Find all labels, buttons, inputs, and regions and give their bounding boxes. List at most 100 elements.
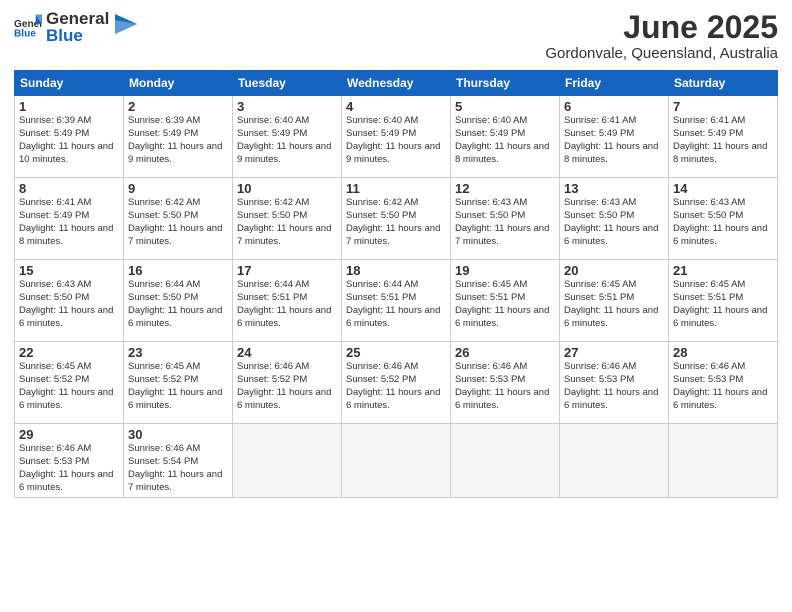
calendar-cell: 19Sunrise: 6:45 AMSunset: 5:51 PMDayligh… [451, 260, 560, 342]
calendar-cell: 3Sunrise: 6:40 AMSunset: 5:49 PMDaylight… [233, 96, 342, 178]
logo: General Blue General Blue [14, 10, 137, 44]
col-header-friday: Friday [560, 71, 669, 96]
day-number: 10 [237, 181, 337, 196]
day-number: 11 [346, 181, 446, 196]
calendar-cell: 5Sunrise: 6:40 AMSunset: 5:49 PMDaylight… [451, 96, 560, 178]
day-number: 14 [673, 181, 773, 196]
day-number: 21 [673, 263, 773, 278]
day-info: Sunrise: 6:45 AMSunset: 5:51 PMDaylight:… [673, 279, 773, 330]
calendar-cell: 14Sunrise: 6:43 AMSunset: 5:50 PMDayligh… [669, 178, 778, 260]
day-number: 22 [19, 345, 119, 360]
day-info: Sunrise: 6:45 AMSunset: 5:51 PMDaylight:… [564, 279, 664, 330]
day-info: Sunrise: 6:44 AMSunset: 5:50 PMDaylight:… [128, 279, 228, 330]
day-info: Sunrise: 6:40 AMSunset: 5:49 PMDaylight:… [455, 115, 555, 166]
calendar-cell: 29Sunrise: 6:46 AMSunset: 5:53 PMDayligh… [15, 424, 124, 498]
calendar-cell: 28Sunrise: 6:46 AMSunset: 5:53 PMDayligh… [669, 342, 778, 424]
day-info: Sunrise: 6:46 AMSunset: 5:54 PMDaylight:… [128, 443, 228, 494]
logo-general: General [46, 10, 109, 27]
day-number: 28 [673, 345, 773, 360]
day-number: 25 [346, 345, 446, 360]
day-info: Sunrise: 6:42 AMSunset: 5:50 PMDaylight:… [346, 197, 446, 248]
day-info: Sunrise: 6:43 AMSunset: 5:50 PMDaylight:… [19, 279, 119, 330]
calendar-cell: 4Sunrise: 6:40 AMSunset: 5:49 PMDaylight… [342, 96, 451, 178]
calendar-cell: 7Sunrise: 6:41 AMSunset: 5:49 PMDaylight… [669, 96, 778, 178]
calendar-cell: 23Sunrise: 6:45 AMSunset: 5:52 PMDayligh… [124, 342, 233, 424]
day-number: 13 [564, 181, 664, 196]
day-number: 20 [564, 263, 664, 278]
logo-icon: General Blue [14, 13, 42, 41]
calendar-cell: 13Sunrise: 6:43 AMSunset: 5:50 PMDayligh… [560, 178, 669, 260]
calendar-subtitle: Gordonvale, Queensland, Australia [545, 45, 778, 62]
day-info: Sunrise: 6:43 AMSunset: 5:50 PMDaylight:… [564, 197, 664, 248]
day-number: 29 [19, 427, 119, 442]
calendar-cell: 20Sunrise: 6:45 AMSunset: 5:51 PMDayligh… [560, 260, 669, 342]
day-number: 2 [128, 99, 228, 114]
logo-blue: Blue [46, 27, 109, 44]
day-number: 8 [19, 181, 119, 196]
day-info: Sunrise: 6:42 AMSunset: 5:50 PMDaylight:… [237, 197, 337, 248]
calendar-cell: 15Sunrise: 6:43 AMSunset: 5:50 PMDayligh… [15, 260, 124, 342]
day-number: 5 [455, 99, 555, 114]
day-number: 30 [128, 427, 228, 442]
calendar-cell: 1Sunrise: 6:39 AMSunset: 5:49 PMDaylight… [15, 96, 124, 178]
day-info: Sunrise: 6:43 AMSunset: 5:50 PMDaylight:… [673, 197, 773, 248]
day-number: 6 [564, 99, 664, 114]
day-info: Sunrise: 6:45 AMSunset: 5:52 PMDaylight:… [19, 361, 119, 412]
calendar-cell [560, 424, 669, 498]
day-number: 24 [237, 345, 337, 360]
calendar-cell: 17Sunrise: 6:44 AMSunset: 5:51 PMDayligh… [233, 260, 342, 342]
calendar-cell: 12Sunrise: 6:43 AMSunset: 5:50 PMDayligh… [451, 178, 560, 260]
calendar-cell [342, 424, 451, 498]
day-number: 4 [346, 99, 446, 114]
day-number: 1 [19, 99, 119, 114]
col-header-thursday: Thursday [451, 71, 560, 96]
day-info: Sunrise: 6:46 AMSunset: 5:52 PMDaylight:… [237, 361, 337, 412]
calendar-cell: 30Sunrise: 6:46 AMSunset: 5:54 PMDayligh… [124, 424, 233, 498]
day-number: 12 [455, 181, 555, 196]
day-number: 16 [128, 263, 228, 278]
col-header-saturday: Saturday [669, 71, 778, 96]
header: General Blue General Blue June 2025 Gord… [14, 10, 778, 62]
calendar-cell: 8Sunrise: 6:41 AMSunset: 5:49 PMDaylight… [15, 178, 124, 260]
calendar-cell: 24Sunrise: 6:46 AMSunset: 5:52 PMDayligh… [233, 342, 342, 424]
calendar-cell [669, 424, 778, 498]
day-info: Sunrise: 6:40 AMSunset: 5:49 PMDaylight:… [237, 115, 337, 166]
day-number: 27 [564, 345, 664, 360]
calendar-cell: 27Sunrise: 6:46 AMSunset: 5:53 PMDayligh… [560, 342, 669, 424]
day-info: Sunrise: 6:45 AMSunset: 5:51 PMDaylight:… [455, 279, 555, 330]
calendar-cell [451, 424, 560, 498]
col-header-sunday: Sunday [15, 71, 124, 96]
logo-triangle-icon [115, 14, 137, 40]
day-info: Sunrise: 6:46 AMSunset: 5:52 PMDaylight:… [346, 361, 446, 412]
calendar-cell: 9Sunrise: 6:42 AMSunset: 5:50 PMDaylight… [124, 178, 233, 260]
day-info: Sunrise: 6:41 AMSunset: 5:49 PMDaylight:… [673, 115, 773, 166]
calendar-cell: 22Sunrise: 6:45 AMSunset: 5:52 PMDayligh… [15, 342, 124, 424]
day-info: Sunrise: 6:43 AMSunset: 5:50 PMDaylight:… [455, 197, 555, 248]
calendar-cell: 2Sunrise: 6:39 AMSunset: 5:49 PMDaylight… [124, 96, 233, 178]
day-info: Sunrise: 6:44 AMSunset: 5:51 PMDaylight:… [237, 279, 337, 330]
title-block: June 2025 Gordonvale, Queensland, Austra… [545, 10, 778, 62]
day-info: Sunrise: 6:44 AMSunset: 5:51 PMDaylight:… [346, 279, 446, 330]
day-number: 23 [128, 345, 228, 360]
calendar-cell: 18Sunrise: 6:44 AMSunset: 5:51 PMDayligh… [342, 260, 451, 342]
col-header-monday: Monday [124, 71, 233, 96]
calendar-cell: 25Sunrise: 6:46 AMSunset: 5:52 PMDayligh… [342, 342, 451, 424]
calendar-cell: 10Sunrise: 6:42 AMSunset: 5:50 PMDayligh… [233, 178, 342, 260]
calendar-title: June 2025 [545, 10, 778, 45]
day-info: Sunrise: 6:42 AMSunset: 5:50 PMDaylight:… [128, 197, 228, 248]
day-number: 3 [237, 99, 337, 114]
day-info: Sunrise: 6:46 AMSunset: 5:53 PMDaylight:… [19, 443, 119, 494]
day-number: 26 [455, 345, 555, 360]
day-info: Sunrise: 6:41 AMSunset: 5:49 PMDaylight:… [564, 115, 664, 166]
svg-text:Blue: Blue [14, 28, 36, 39]
calendar-cell: 6Sunrise: 6:41 AMSunset: 5:49 PMDaylight… [560, 96, 669, 178]
day-info: Sunrise: 6:39 AMSunset: 5:49 PMDaylight:… [128, 115, 228, 166]
logo-wordmark: General Blue [46, 10, 109, 44]
calendar-cell [233, 424, 342, 498]
page: General Blue General Blue June 2025 Gord… [0, 0, 792, 612]
day-number: 19 [455, 263, 555, 278]
day-info: Sunrise: 6:39 AMSunset: 5:49 PMDaylight:… [19, 115, 119, 166]
col-header-tuesday: Tuesday [233, 71, 342, 96]
calendar-cell: 21Sunrise: 6:45 AMSunset: 5:51 PMDayligh… [669, 260, 778, 342]
day-info: Sunrise: 6:46 AMSunset: 5:53 PMDaylight:… [564, 361, 664, 412]
